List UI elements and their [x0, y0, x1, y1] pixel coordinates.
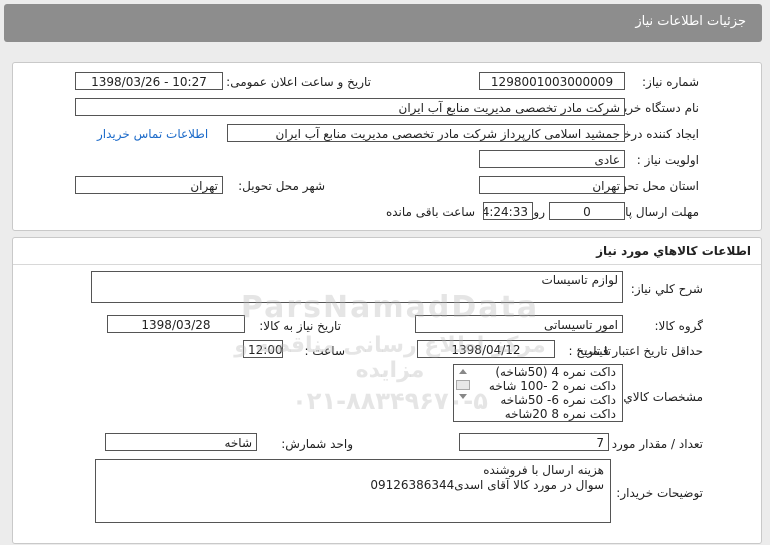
priority-label: اولویت نیاز :: [636, 153, 699, 167]
specs-item[interactable]: داکت نمره 4 (50شاخه): [454, 365, 622, 379]
unit-label: واحد شمارش:: [281, 437, 353, 451]
buyer-org-field[interactable]: شرکت مادر تخصصی مدیریت منابع آب ایران: [75, 98, 625, 116]
page-title: جزئیات اطلاعات نیاز: [635, 14, 746, 29]
buyer-notes-label: توضیحات خریدار:: [616, 486, 703, 500]
specs-listbox[interactable]: داکت نمره 4 (50شاخه) داکت نمره 2 -100 شا…: [453, 364, 623, 422]
goods-group-label: گروه كالا:: [654, 319, 704, 333]
goods-info-panel: اطلاعات كالاهاي مورد نياز شرح كلي نياز: …: [12, 237, 762, 544]
announce-datetime-label: تاریخ و ساعت اعلان عمومی:: [226, 75, 371, 89]
quantity-field[interactable]: 7: [459, 433, 609, 451]
to-date-label: تا تاریخ :: [568, 344, 611, 358]
validity-hour-field[interactable]: 12:00: [243, 340, 283, 358]
deadline-time-field[interactable]: 04:24:33: [483, 202, 533, 220]
general-desc-field[interactable]: لوازم تاسیسات: [91, 271, 623, 303]
city-field[interactable]: تهران: [75, 176, 223, 194]
specs-scrollbar[interactable]: [456, 369, 470, 415]
specs-item[interactable]: داکت نمره 8 20شاخه: [454, 407, 622, 421]
scroll-thumb[interactable]: [456, 380, 470, 390]
need-number-label: شماره نیاز:: [642, 75, 699, 89]
scroll-down-icon[interactable]: [459, 394, 467, 399]
general-desc-label: شرح كلي نياز:: [630, 282, 703, 296]
specs-item[interactable]: داکت نمره 2 -100 شاخه: [454, 379, 622, 393]
province-field[interactable]: تهران: [479, 176, 625, 194]
requester-field[interactable]: جمشید اسلامی کارپرداز شرکت مادر تخصصی مد…: [227, 124, 625, 142]
goods-section-title: اطلاعات كالاهاي مورد نياز: [596, 244, 751, 258]
deadline-days-field[interactable]: 0: [549, 202, 625, 220]
unit-field[interactable]: شاخه: [105, 433, 257, 451]
page-header: جزئیات اطلاعات نیاز: [4, 4, 762, 42]
need-number-field[interactable]: 1298001003000009: [479, 72, 625, 90]
specs-item[interactable]: داکت نمره 6- 50شاخه: [454, 393, 622, 407]
goods-group-field[interactable]: امور تاسیساتی: [415, 315, 623, 333]
buyer-contact-link[interactable]: اطلاعات تماس خریدار: [97, 127, 208, 141]
buyer-notes-line: سوال در مورد کالا آقای اسدی09126386344: [370, 478, 604, 492]
section-divider: [13, 264, 761, 265]
validity-hour-label: ساعت :: [304, 344, 345, 358]
priority-field[interactable]: عادی: [479, 150, 625, 168]
announce-datetime-field[interactable]: 1398/03/26 - 10:27: [75, 72, 223, 90]
scroll-up-icon[interactable]: [459, 369, 467, 374]
need-date-field[interactable]: 1398/03/28: [107, 315, 245, 333]
need-info-panel: شماره نیاز: 1298001003000009 تاریخ و ساع…: [12, 62, 762, 231]
city-label: شهر محل تحویل:: [238, 179, 325, 193]
validity-date-field[interactable]: 1398/04/12: [417, 340, 555, 358]
buyer-notes-line: هزینه ارسال با فروشنده: [483, 463, 604, 477]
need-date-label: تاریخ نیاز به کالا:: [259, 319, 341, 333]
remaining-time-label: ساعت باقی مانده: [385, 205, 475, 219]
buyer-notes-field[interactable]: هزینه ارسال با فروشنده سوال در مورد کالا…: [95, 459, 611, 523]
